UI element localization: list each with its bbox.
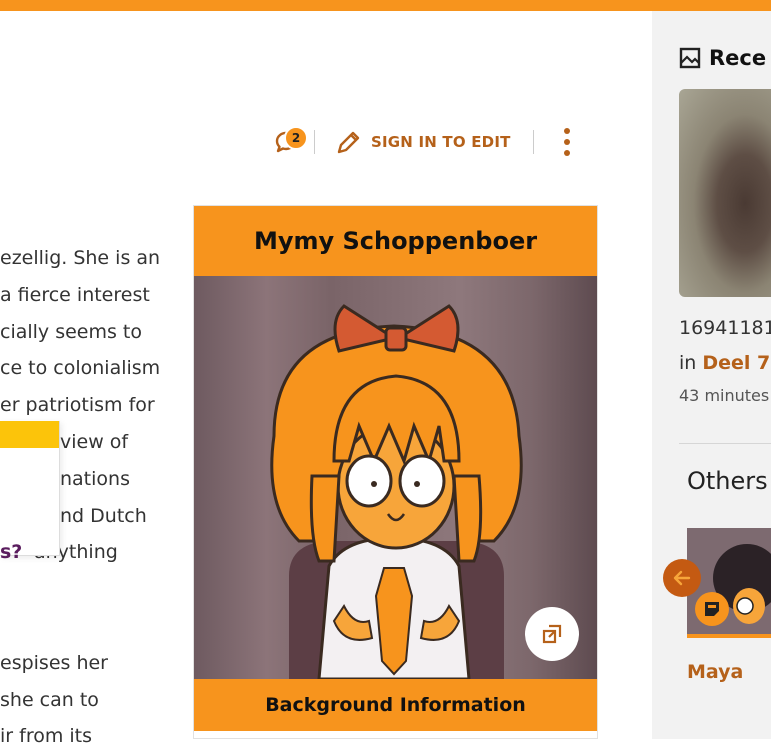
infobox-title: Mymy Schoppenboer bbox=[194, 206, 597, 276]
page-toolbar: 2 SIGN IN TO EDIT bbox=[268, 115, 570, 169]
image-icon bbox=[679, 47, 701, 69]
expand-image-button[interactable] bbox=[525, 607, 579, 661]
kebab-dot bbox=[563, 150, 570, 156]
link-preview-popup[interactable] bbox=[0, 421, 60, 556]
page-link-deel-7[interactable]: Deel 7 bbox=[702, 352, 770, 374]
infobox-section-header: Background Information bbox=[194, 679, 597, 731]
character-image[interactable] bbox=[194, 276, 597, 679]
article-line: ezellig. She is an bbox=[0, 247, 161, 269]
fandom-page-icon bbox=[695, 592, 729, 626]
comments-button[interactable]: 2 bbox=[268, 124, 308, 160]
article-line: ir from its bbox=[0, 725, 93, 748]
rail-divider bbox=[679, 443, 771, 444]
carousel-prev-button[interactable] bbox=[663, 559, 701, 597]
link-text-fragment[interactable]: s? bbox=[0, 541, 22, 563]
rail-heading-text: Rece bbox=[709, 46, 767, 70]
kebab-dot bbox=[563, 139, 570, 145]
article-line: ce to colonialism bbox=[0, 357, 161, 380]
toolbar-separator-2 bbox=[532, 130, 534, 154]
kebab-dot bbox=[563, 128, 570, 134]
recent-image-location: in Deel 7 bbox=[679, 352, 770, 374]
expand-icon bbox=[542, 624, 562, 644]
recent-image-time: 43 minutes bbox=[679, 386, 770, 405]
pencil-icon bbox=[337, 131, 360, 154]
top-accent-bar bbox=[0, 0, 771, 11]
toolbar-separator bbox=[314, 130, 315, 154]
sign-in-to-edit-button[interactable]: SIGN IN TO EDIT bbox=[325, 128, 511, 156]
article-line: a fierce interest bbox=[0, 283, 150, 306]
article-line: espises her bbox=[0, 651, 108, 674]
article-line bbox=[0, 608, 180, 645]
article-line bbox=[0, 571, 180, 608]
in-prefix: in bbox=[679, 352, 703, 374]
recent-image-thumbnail[interactable] bbox=[679, 89, 771, 297]
others-heading: Others bbox=[687, 467, 768, 495]
others-card-label[interactable]: Maya bbox=[687, 661, 743, 683]
comment-count-badge: 2 bbox=[284, 126, 308, 150]
popup-header-bar bbox=[0, 421, 59, 448]
recent-image-id[interactable]: 16941181 bbox=[679, 317, 771, 339]
edit-label: SIGN IN TO EDIT bbox=[371, 133, 511, 151]
more-options-button[interactable] bbox=[563, 128, 570, 156]
character-infobox: Mymy Schoppenboer Background Information bbox=[193, 205, 598, 739]
article-line: er patriotism for bbox=[0, 394, 155, 417]
arrow-left-icon bbox=[673, 570, 691, 586]
article-line: cially seems to bbox=[0, 320, 143, 343]
recent-images-heading: Rece bbox=[679, 46, 766, 70]
article-line: she can to bbox=[0, 688, 99, 711]
right-rail: Rece 16941181 in Deel 7 43 minutes Other… bbox=[652, 11, 771, 739]
